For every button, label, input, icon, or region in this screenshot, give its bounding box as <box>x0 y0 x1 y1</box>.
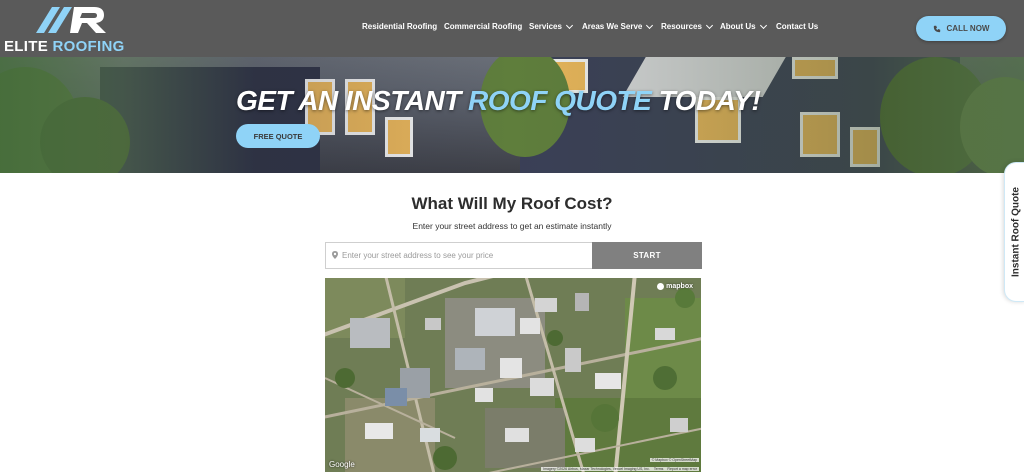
nav-label: Areas We Serve <box>582 22 643 31</box>
mapbox-logo-text: mapbox <box>666 283 693 290</box>
map-attribution-bar: Imagery ©2026 Airbus, Maxar Technologies… <box>541 467 699 471</box>
estimator-title: What Will My Roof Cost? <box>411 194 613 213</box>
logo-mark-icon <box>36 7 106 33</box>
call-now-label: CALL NOW <box>946 24 990 33</box>
chevron-down-icon <box>759 21 767 29</box>
logo-text: ELITE ROOFING <box>4 38 136 55</box>
hero-title: GET AN INSTANT ROOF QUOTE TODAY! <box>236 85 761 117</box>
logo-word-roofing: ROOFING <box>52 38 125 55</box>
satellite-map[interactable]: mapbox Google © Mapbox © OpenStreetMap I… <box>325 278 701 472</box>
chevron-down-icon <box>705 21 713 29</box>
nav-label: About Us <box>720 22 756 31</box>
side-tab-label: Instant Roof Quote <box>1010 187 1021 277</box>
nav-label: Resources <box>661 22 702 31</box>
free-quote-button[interactable]: FREE QUOTE <box>236 124 320 148</box>
instant-roof-quote-tab[interactable]: Instant Roof Quote <box>1004 162 1024 302</box>
nav-areas-we-serve[interactable]: Areas We Serve <box>582 21 654 31</box>
map-terms-link[interactable]: Terms <box>654 467 664 471</box>
logo-word-elite: ELITE <box>4 38 49 55</box>
chevron-down-icon <box>565 21 573 29</box>
map-report-error-link[interactable]: Report a map error <box>667 467 697 471</box>
google-logo: Google <box>329 460 355 469</box>
nav-about-us[interactable]: About Us <box>720 21 767 31</box>
hero-title-part1: GET AN INSTANT <box>236 85 461 116</box>
nav-label: Residential Roofing <box>362 22 438 31</box>
phone-icon <box>933 25 940 32</box>
nav-residential-roofing[interactable]: Residential Roofing <box>362 22 437 31</box>
address-search-bar: START <box>325 242 702 269</box>
hero-title-accent: ROOF QUOTE <box>468 85 652 116</box>
hero-banner: GET AN INSTANT ROOF QUOTE TODAY! FREE QU… <box>0 57 1024 173</box>
chevron-down-icon <box>646 21 654 29</box>
start-button[interactable]: START <box>592 242 702 269</box>
estimator-subtitle: Enter your street address to get an esti… <box>412 221 612 231</box>
nav-services[interactable]: Services <box>529 21 573 31</box>
map-attribution-imagery: Imagery ©2026 Airbus, Maxar Technologies… <box>543 467 650 471</box>
nav-contact-us[interactable]: Contact Us <box>776 22 818 31</box>
nav-resources[interactable]: Resources <box>661 21 713 31</box>
site-header: ELITE ROOFING Residential Roofing Commer… <box>0 0 1024 57</box>
satellite-imagery <box>325 278 701 472</box>
address-input[interactable] <box>326 243 592 268</box>
call-now-button[interactable]: CALL NOW <box>916 16 1006 41</box>
mapbox-icon <box>657 283 665 290</box>
nav-commercial-roofing[interactable]: Commercial Roofing <box>444 22 522 31</box>
elite-roofing-logo[interactable]: ELITE ROOFING <box>4 5 136 55</box>
mapbox-logo[interactable]: mapbox <box>657 283 693 290</box>
nav-label: Contact Us <box>776 22 819 31</box>
hero-title-part2: TODAY! <box>658 85 761 116</box>
map-attribution-osm[interactable]: © Mapbox © OpenStreetMap <box>649 458 699 462</box>
nav-label: Commercial Roofing <box>444 22 523 31</box>
nav-label: Services <box>529 22 562 31</box>
